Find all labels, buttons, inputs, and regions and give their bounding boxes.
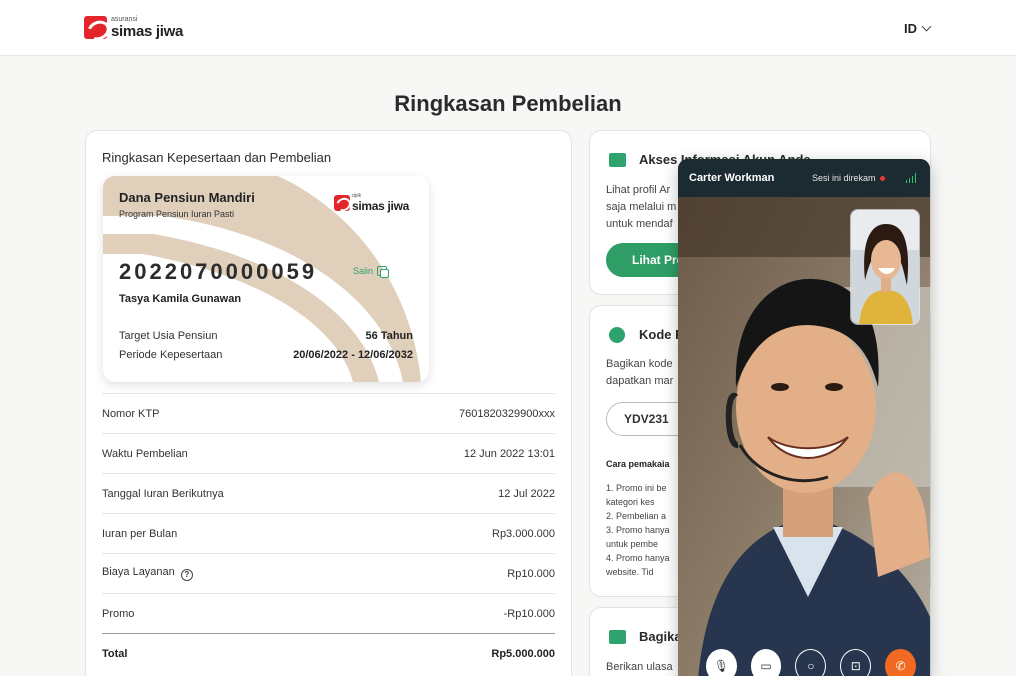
program-name: Program Pensiun Iuran Pasti <box>119 209 235 219</box>
holder-name: Tasya Kamila Gunawan <box>119 293 242 305</box>
logo-title: simas jiwa <box>111 23 184 40</box>
card-logo: dplk simas jiwa <box>333 194 409 213</box>
microphone-button[interactable]: 🎙 <box>706 649 737 676</box>
chevron-down-icon <box>921 21 932 32</box>
self-video-feed <box>851 210 919 324</box>
summary-heading: Ringkasan Kepesertaan dan Pembelian <box>102 150 332 165</box>
end-call-button[interactable]: ✆ <box>885 649 916 676</box>
language-label: ID <box>904 21 917 36</box>
share-screen-button[interactable]: ⊡ <box>840 649 872 676</box>
recording-label: Sesi ini direkam <box>812 173 876 183</box>
table-row: Nomor KTP 7601820329900xxx <box>102 393 555 433</box>
period-row: Periode Kepesertaan 20/06/2022 - 12/06/2… <box>119 349 413 361</box>
product-name: Dana Pensiun Mandiri <box>119 190 255 205</box>
chat-icon <box>609 630 626 644</box>
table-row: Tanggal Iuran Berikutnya 12 Jul 2022 <box>102 473 555 513</box>
video-call-window[interactable]: Carter Workman Sesi ini direkam 🎙 ▭ ○ ⊡ … <box>678 159 930 676</box>
row-value: -Rp10.000 <box>503 607 555 620</box>
language-selector[interactable]: ID <box>904 21 932 36</box>
how-to-use-title: Cara pemakaia <box>606 459 670 469</box>
copy-button[interactable]: Salin <box>353 266 390 278</box>
total-label: Total <box>102 647 128 660</box>
table-row: Promo -Rp10.000 <box>102 593 555 633</box>
copy-icon <box>377 266 390 278</box>
camera-button[interactable]: ▭ <box>750 649 782 676</box>
brand-logo[interactable]: asuransi simas jiwa <box>84 16 183 39</box>
chat-button[interactable]: ○ <box>795 649 827 676</box>
row-label: Iuran per Bulan <box>102 527 178 540</box>
recording-indicator: Sesi ini direkam <box>812 173 885 183</box>
row-value: 12 Jul 2022 <box>498 487 555 500</box>
badge-icon <box>609 327 625 343</box>
top-header: asuransi simas jiwa ID <box>0 0 1016 56</box>
row-label-wrap: Biaya Layanan? <box>102 566 193 581</box>
signal-strength-icon <box>905 173 916 183</box>
summary-card: Ringkasan Kepesertaan dan Pembelian Dana… <box>85 130 572 676</box>
table-row: Iuran per Bulan Rp3.000.000 <box>102 513 555 553</box>
total-value: Rp5.000.000 <box>491 647 555 660</box>
period-value: 20/06/2022 - 12/06/2032 <box>293 349 413 361</box>
row-label: Promo <box>102 607 135 620</box>
membership-number: 2022070000059 <box>119 259 318 284</box>
row-value: Rp3.000.000 <box>492 527 555 540</box>
logo-mark-icon <box>333 195 350 211</box>
page-title: Ringkasan Pembelian <box>394 91 622 116</box>
table-row: Biaya Layanan? Rp10.000 <box>102 553 555 593</box>
target-age-label: Target Usia Pensiun <box>119 330 218 342</box>
target-age-value: 56 Tahun <box>365 330 413 342</box>
logo-subtitle: asuransi <box>111 16 138 23</box>
membership-card: Dana Pensiun Mandiri Program Pensiun Iur… <box>103 176 429 382</box>
summary-rows: Nomor KTP 7601820329900xxx Waktu Pembeli… <box>102 393 555 673</box>
video-call-header: Carter Workman Sesi ini direkam <box>678 159 930 197</box>
chat-icon <box>609 153 626 167</box>
logo-mark-icon <box>84 16 107 39</box>
self-view-video[interactable] <box>850 209 920 325</box>
referral-card-title: Kode F <box>639 327 684 342</box>
target-age-row: Target Usia Pensiun 56 Tahun <box>119 330 413 342</box>
row-label: Waktu Pembelian <box>102 447 188 460</box>
row-value: 7601820329900xxx <box>458 407 555 420</box>
recording-dot-icon <box>879 175 885 181</box>
help-icon[interactable]: ? <box>180 568 193 581</box>
row-label: Nomor KTP <box>102 407 160 420</box>
share-card-title: Bagika <box>639 629 682 644</box>
card-logo-title: simas jiwa <box>351 199 409 213</box>
agent-name: Carter Workman <box>689 172 775 184</box>
row-value: 12 Jun 2022 13:01 <box>463 447 555 460</box>
period-label: Periode Kepesertaan <box>119 349 223 361</box>
copy-label: Salin <box>353 266 374 276</box>
call-controls: 🎙 ▭ ○ ⊡ ✆ <box>692 649 916 676</box>
row-value: Rp10.000 <box>507 567 555 580</box>
row-label: Biaya Layanan <box>102 566 175 579</box>
row-label: Tanggal Iuran Berikutnya <box>102 487 224 500</box>
total-row: Total Rp5.000.000 <box>102 633 555 673</box>
table-row: Waktu Pembelian 12 Jun 2022 13:01 <box>102 433 555 473</box>
